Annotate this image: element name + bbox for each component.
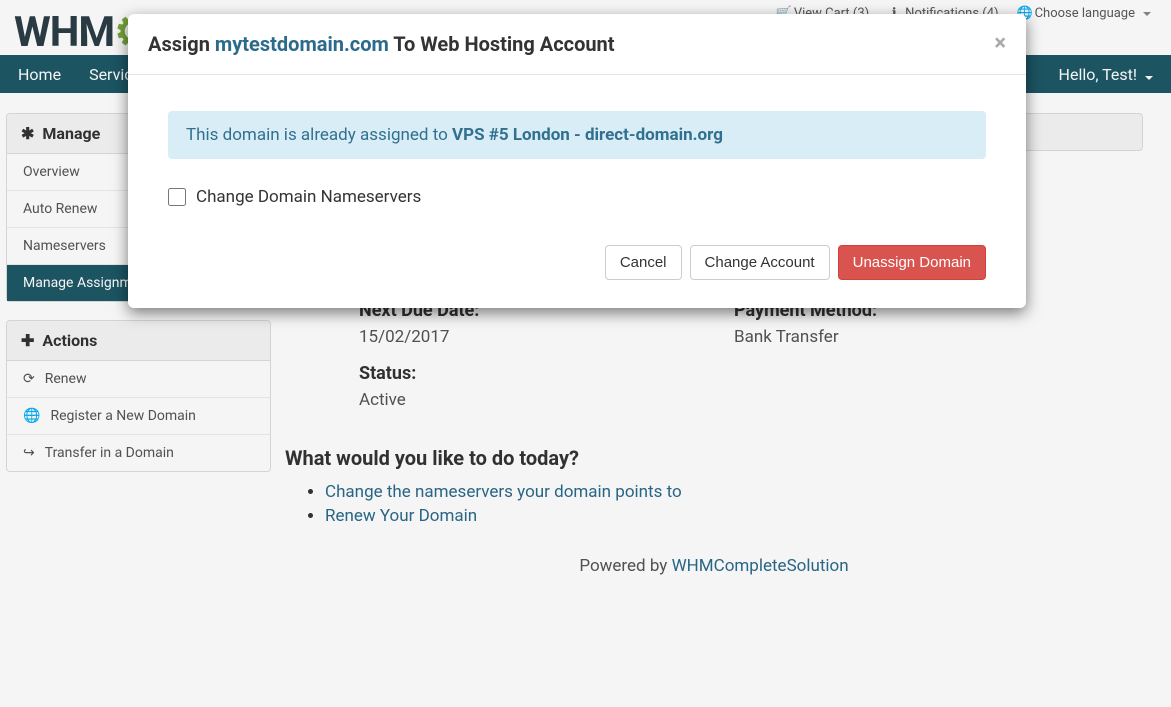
change-nameservers-checkbox[interactable]	[168, 188, 186, 206]
cancel-button[interactable]: Cancel	[605, 245, 682, 280]
change-nameservers-label: Change Domain Nameservers	[196, 187, 421, 207]
modal-title-prefix: Assign	[148, 32, 215, 56]
alert-already-assigned: This domain is already assigned to VPS #…	[168, 111, 986, 159]
change-nameservers-checkbox-row[interactable]: Change Domain Nameservers	[168, 187, 986, 207]
assign-domain-modal: Assign mytestdomain.com To Web Hosting A…	[128, 14, 1026, 308]
alert-text: This domain is already assigned to	[186, 125, 452, 145]
modal-title-suffix: To Web Hosting Account	[389, 32, 615, 56]
modal-title: Assign mytestdomain.com To Web Hosting A…	[148, 32, 615, 56]
modal-header: Assign mytestdomain.com To Web Hosting A…	[128, 14, 1026, 75]
unassign-domain-button[interactable]: Unassign Domain	[838, 245, 986, 280]
close-icon[interactable]: ×	[994, 33, 1006, 55]
alert-service: VPS #5 London - direct-domain.org	[452, 125, 723, 145]
change-account-button[interactable]: Change Account	[690, 245, 830, 280]
modal-body: This domain is already assigned to VPS #…	[128, 75, 1026, 231]
modal-footer: Cancel Change Account Unassign Domain	[128, 231, 1026, 308]
modal-title-domain: mytestdomain.com	[215, 32, 389, 56]
